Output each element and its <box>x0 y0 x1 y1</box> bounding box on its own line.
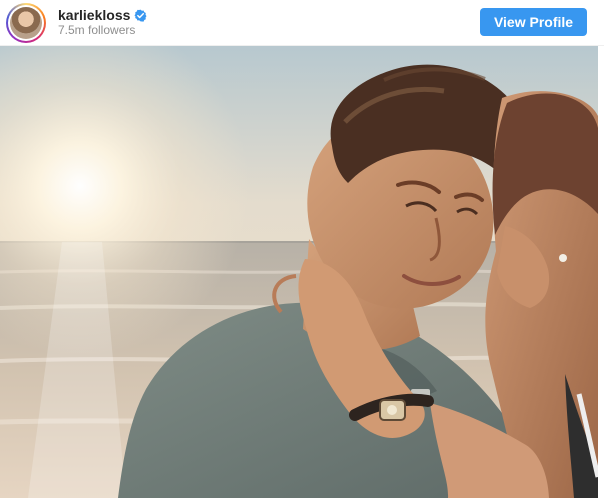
instagram-embed-card: karliekloss 7.5m followers View Profile <box>0 0 604 498</box>
follower-count: 7.5m followers <box>58 23 136 37</box>
beach-photo-image <box>0 46 598 498</box>
verified-badge-icon <box>134 9 147 22</box>
right-edge-margin <box>598 46 604 498</box>
username-row: karliekloss <box>58 6 147 24</box>
post-photo[interactable] <box>0 46 598 498</box>
view-profile-button[interactable]: View Profile <box>480 8 587 36</box>
post-header: karliekloss 7.5m followers View Profile <box>0 0 604 46</box>
avatar-frame <box>8 5 44 41</box>
avatar-story-ring[interactable] <box>6 3 46 43</box>
avatar[interactable] <box>10 7 42 39</box>
username-link[interactable]: karliekloss <box>58 6 130 24</box>
